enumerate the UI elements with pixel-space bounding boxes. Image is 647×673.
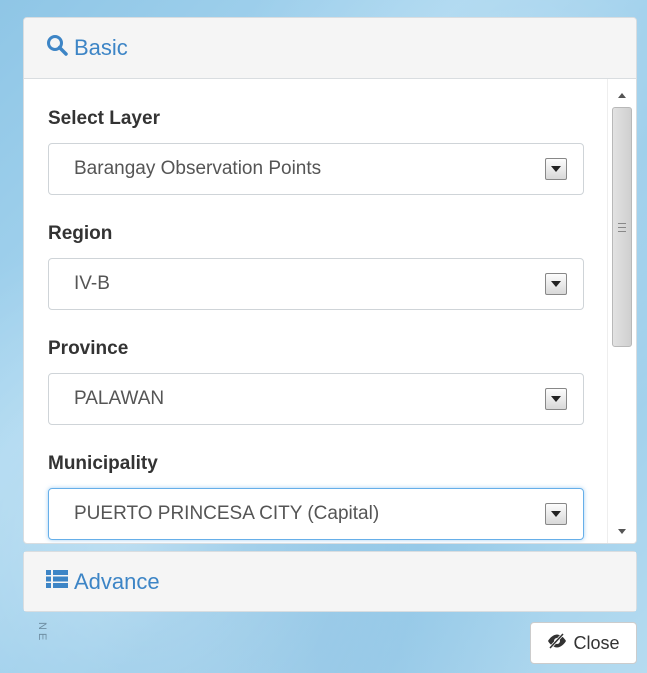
list-icon [46,569,68,595]
close-button-label: Close [573,632,620,653]
region-dropdown[interactable]: IV-B [48,258,584,310]
panel-scrollbar[interactable] [607,79,636,543]
chevron-down-icon[interactable] [545,388,567,410]
municipality-dropdown[interactable]: PUERTO PRINCESA CITY (Capital) [48,488,584,540]
basic-panel-title: Basic [74,35,128,60]
advance-panel-header[interactable]: Advance [24,552,636,611]
grip-icon [618,222,626,232]
scroll-up-arrow-icon[interactable] [608,85,636,105]
close-button[interactable]: Close [530,622,637,664]
basic-panel-header[interactable]: Basic [24,18,636,79]
municipality-value: PUERTO PRINCESA CITY (Capital) [74,503,380,524]
municipality-label: Municipality [48,453,158,474]
region-label: Region [48,223,113,244]
advance-panel-title: Advance [74,568,160,594]
chevron-down-icon[interactable] [545,158,567,180]
eye-slash-icon [547,632,567,654]
chevron-down-icon[interactable] [545,503,567,525]
map-label: N E [36,622,48,641]
select-layer-label: Select Layer [48,108,160,129]
province-value: PALAWAN [74,388,165,409]
advance-panel: Advance [23,551,637,612]
scroll-down-arrow-icon[interactable] [608,521,636,541]
province-label: Province [48,338,129,359]
basic-panel-body: Select Layer Barangay Observation Points… [24,79,608,543]
scrollbar-thumb[interactable] [612,107,632,347]
select-layer-value: Barangay Observation Points [74,158,322,179]
province-dropdown[interactable]: PALAWAN [48,373,584,425]
chevron-down-icon[interactable] [545,273,567,295]
select-layer-dropdown[interactable]: Barangay Observation Points [48,143,584,195]
basic-panel: Basic Select Layer Barangay Observation … [23,17,637,544]
region-value: IV-B [74,273,110,294]
search-icon [46,34,68,62]
